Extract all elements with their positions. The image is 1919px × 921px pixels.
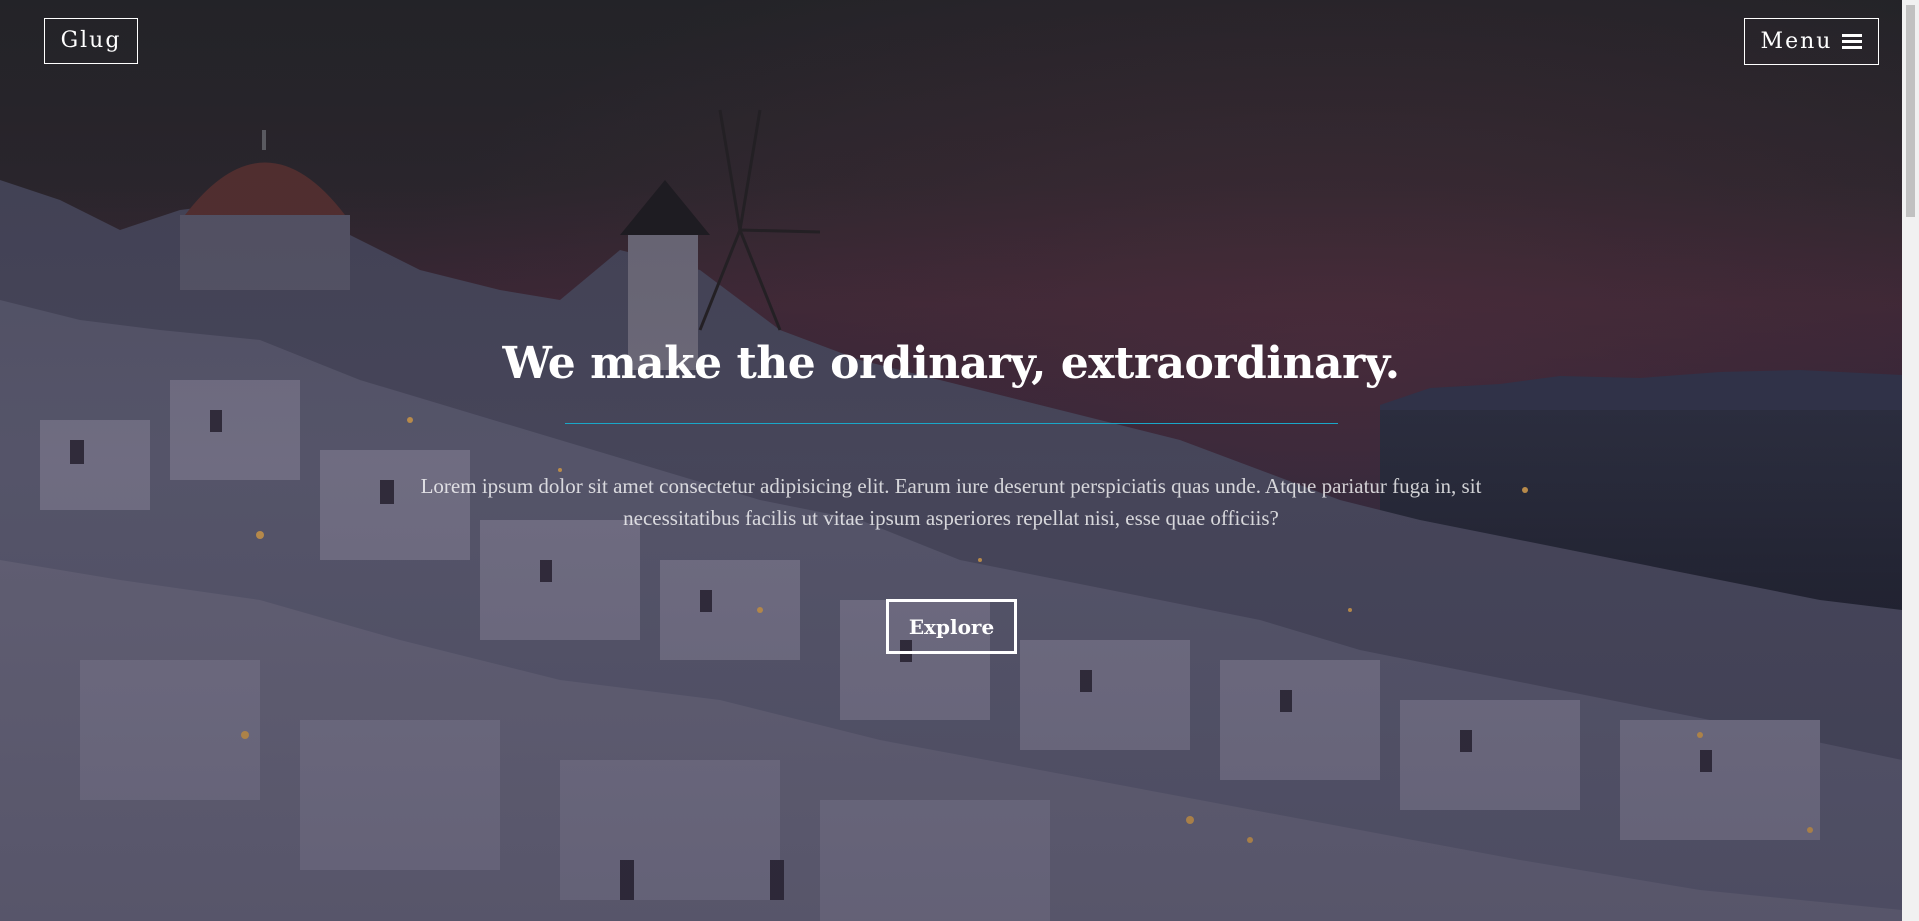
hero-section: Glug Menu We make the ordinary, extraord…	[0, 0, 1902, 921]
menu-label: Menu	[1760, 29, 1833, 54]
bars-icon	[1842, 33, 1863, 50]
page-scrollbar[interactable]	[1902, 0, 1919, 921]
explore-button[interactable]: Explore	[886, 599, 1017, 654]
scrollbar-thumb[interactable]	[1906, 5, 1915, 217]
brand-logo-link[interactable]: Glug	[44, 18, 138, 64]
hero-overlay	[0, 0, 1902, 921]
menu-button[interactable]: Menu	[1744, 18, 1879, 65]
hero-lead-text: Lorem ipsum dolor sit amet consectetur a…	[420, 474, 1482, 530]
hero-headline: We make the ordinary, extraordinary.	[502, 338, 1400, 389]
headline-divider	[565, 423, 1338, 424]
